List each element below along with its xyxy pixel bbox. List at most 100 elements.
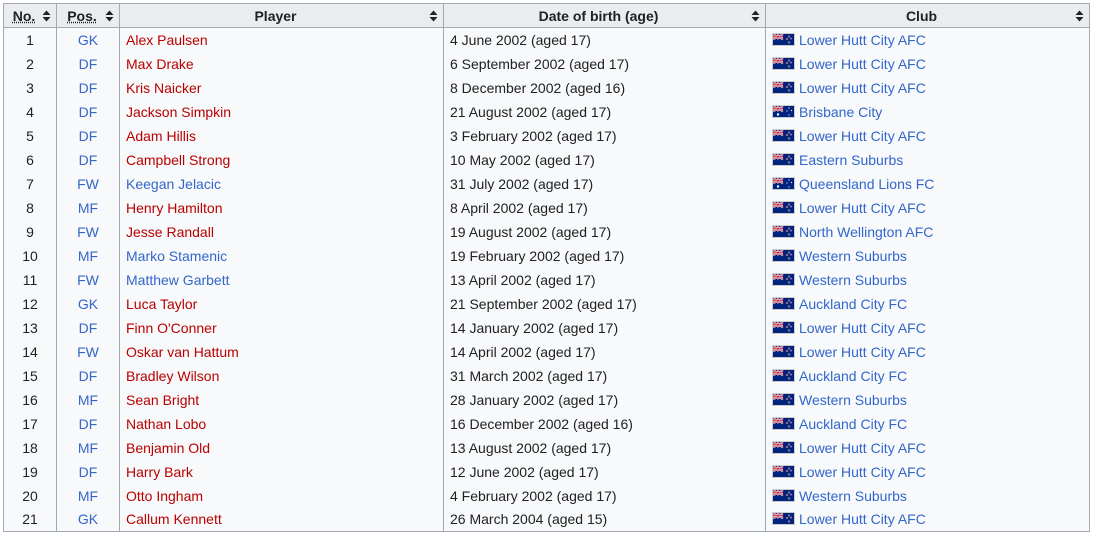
player-link[interactable]: Henry Hamilton <box>126 200 222 216</box>
header-pos[interactable]: Pos. <box>56 3 120 28</box>
position-link[interactable]: DF <box>79 80 98 96</box>
nz-flag-icon <box>772 224 795 238</box>
club-link[interactable]: Lower Hutt City AFC <box>799 80 926 96</box>
player-link[interactable]: Benjamin Old <box>126 440 210 456</box>
table-row: 17 DF Nathan Lobo 16 December 2002 (aged 16… <box>3 411 1090 436</box>
cell-club: Lower Hutt City AFC <box>765 507 1090 532</box>
cell-pos: DF <box>56 75 120 100</box>
cell-player: Campbell Strong <box>119 147 444 172</box>
position-link[interactable]: MF <box>78 440 98 456</box>
player-link[interactable]: Harry Bark <box>126 464 193 480</box>
player-link[interactable]: Bradley Wilson <box>126 368 219 384</box>
club-link[interactable]: Brisbane City <box>799 104 882 120</box>
table-row: 6 DF Campbell Strong 10 May 2002 (aged 17) E… <box>3 147 1090 172</box>
cell-club: Auckland City FC <box>765 411 1090 436</box>
club-link[interactable]: Lower Hutt City AFC <box>799 56 926 72</box>
nz-flag-icon <box>772 248 795 262</box>
player-link[interactable]: Kris Naicker <box>126 80 201 96</box>
player-link[interactable]: Nathan Lobo <box>126 416 206 432</box>
position-link[interactable]: GK <box>78 32 98 48</box>
player-link[interactable]: Adam Hillis <box>126 128 196 144</box>
club-link[interactable]: Lower Hutt City AFC <box>799 511 926 527</box>
cell-club: Western Suburbs <box>765 483 1090 508</box>
club-link[interactable]: Lower Hutt City AFC <box>799 344 926 360</box>
player-link[interactable]: Keegan Jelacic <box>126 176 221 192</box>
position-link[interactable]: MF <box>78 392 98 408</box>
cell-no: 20 <box>3 483 57 508</box>
cell-dob: 28 January 2002 (aged 17) <box>443 387 766 412</box>
header-no[interactable]: No. <box>3 3 57 28</box>
cell-pos: FW <box>56 171 120 196</box>
club-link[interactable]: Auckland City FC <box>799 416 907 432</box>
player-link[interactable]: Alex Paulsen <box>126 32 208 48</box>
position-link[interactable]: MF <box>78 200 98 216</box>
club-link[interactable]: Lower Hutt City AFC <box>799 320 926 336</box>
club-link[interactable]: Western Suburbs <box>799 248 907 264</box>
player-link[interactable]: Otto Ingham <box>126 488 203 504</box>
club-link[interactable]: Western Suburbs <box>799 392 907 408</box>
player-link[interactable]: Finn O'Conner <box>126 320 217 336</box>
position-link[interactable]: DF <box>79 368 98 384</box>
position-link[interactable]: GK <box>78 296 98 312</box>
table-row: 8 MF Henry Hamilton 8 April 2002 (aged 17) L… <box>3 195 1090 220</box>
cell-no: 5 <box>3 123 57 148</box>
player-link[interactable]: Max Drake <box>126 56 194 72</box>
table-row: 4 DF Jackson Simpkin 21 August 2002 (aged 1… <box>3 99 1090 124</box>
player-link[interactable]: Jackson Simpkin <box>126 104 231 120</box>
club-link[interactable]: Lower Hutt City AFC <box>799 464 926 480</box>
position-link[interactable]: MF <box>78 488 98 504</box>
player-link[interactable]: Campbell Strong <box>126 152 230 168</box>
table-row: 16 MF Sean Bright 28 January 2002 (aged 17)… <box>3 387 1090 412</box>
cell-club: Auckland City FC <box>765 291 1090 316</box>
cell-pos: MF <box>56 435 120 460</box>
position-link[interactable]: DF <box>79 152 98 168</box>
player-link[interactable]: Matthew Garbett <box>126 272 230 288</box>
position-link[interactable]: DF <box>79 320 98 336</box>
position-link[interactable]: DF <box>79 56 98 72</box>
club-link[interactable]: Auckland City FC <box>799 296 907 312</box>
cell-player: Jesse Randall <box>119 219 444 244</box>
club-link[interactable]: Lower Hutt City AFC <box>799 32 926 48</box>
table-row: 3 DF Kris Naicker 8 December 2002 (aged 16)… <box>3 75 1090 100</box>
player-link[interactable]: Jesse Randall <box>126 224 214 240</box>
club-link[interactable]: Queensland Lions FC <box>799 176 934 192</box>
cell-player: Adam Hillis <box>119 123 444 148</box>
header-club[interactable]: Club <box>765 3 1090 28</box>
cell-player: Benjamin Old <box>119 435 444 460</box>
cell-club: Lower Hutt City AFC <box>765 339 1090 364</box>
club-link[interactable]: Western Suburbs <box>799 272 907 288</box>
position-link[interactable]: FW <box>77 224 99 240</box>
position-link[interactable]: DF <box>79 416 98 432</box>
club-link[interactable]: Western Suburbs <box>799 488 907 504</box>
player-link[interactable]: Luca Taylor <box>126 296 197 312</box>
cell-no: 1 <box>3 27 57 52</box>
position-link[interactable]: MF <box>78 248 98 264</box>
header-dob-label: Date of birth (age) <box>538 7 659 24</box>
club-link[interactable]: Lower Hutt City AFC <box>799 128 926 144</box>
cell-dob: 26 March 2004 (aged 15) <box>443 507 766 532</box>
player-link[interactable]: Sean Bright <box>126 392 199 408</box>
header-player[interactable]: Player <box>119 3 444 28</box>
cell-pos: DF <box>56 363 120 388</box>
squad-table: No. Pos. Player Date of birth (age) Club <box>3 3 1090 532</box>
player-link[interactable]: Callum Kennett <box>126 511 222 527</box>
player-link[interactable]: Marko Stamenic <box>126 248 227 264</box>
position-link[interactable]: DF <box>79 464 98 480</box>
position-link[interactable]: FW <box>77 272 99 288</box>
nz-flag-icon <box>772 80 795 94</box>
player-link[interactable]: Oskar van Hattum <box>126 344 239 360</box>
header-dob[interactable]: Date of birth (age) <box>443 3 766 28</box>
cell-no: 21 <box>3 507 57 532</box>
club-link[interactable]: Eastern Suburbs <box>799 152 903 168</box>
club-link[interactable]: Lower Hutt City AFC <box>799 440 926 456</box>
cell-player: Callum Kennett <box>119 507 444 532</box>
position-link[interactable]: GK <box>78 511 98 527</box>
cell-club: Lower Hutt City AFC <box>765 435 1090 460</box>
position-link[interactable]: FW <box>77 176 99 192</box>
position-link[interactable]: DF <box>79 128 98 144</box>
club-link[interactable]: North Wellington AFC <box>799 224 933 240</box>
position-link[interactable]: DF <box>79 104 98 120</box>
club-link[interactable]: Lower Hutt City AFC <box>799 200 926 216</box>
position-link[interactable]: FW <box>77 344 99 360</box>
club-link[interactable]: Auckland City FC <box>799 368 907 384</box>
